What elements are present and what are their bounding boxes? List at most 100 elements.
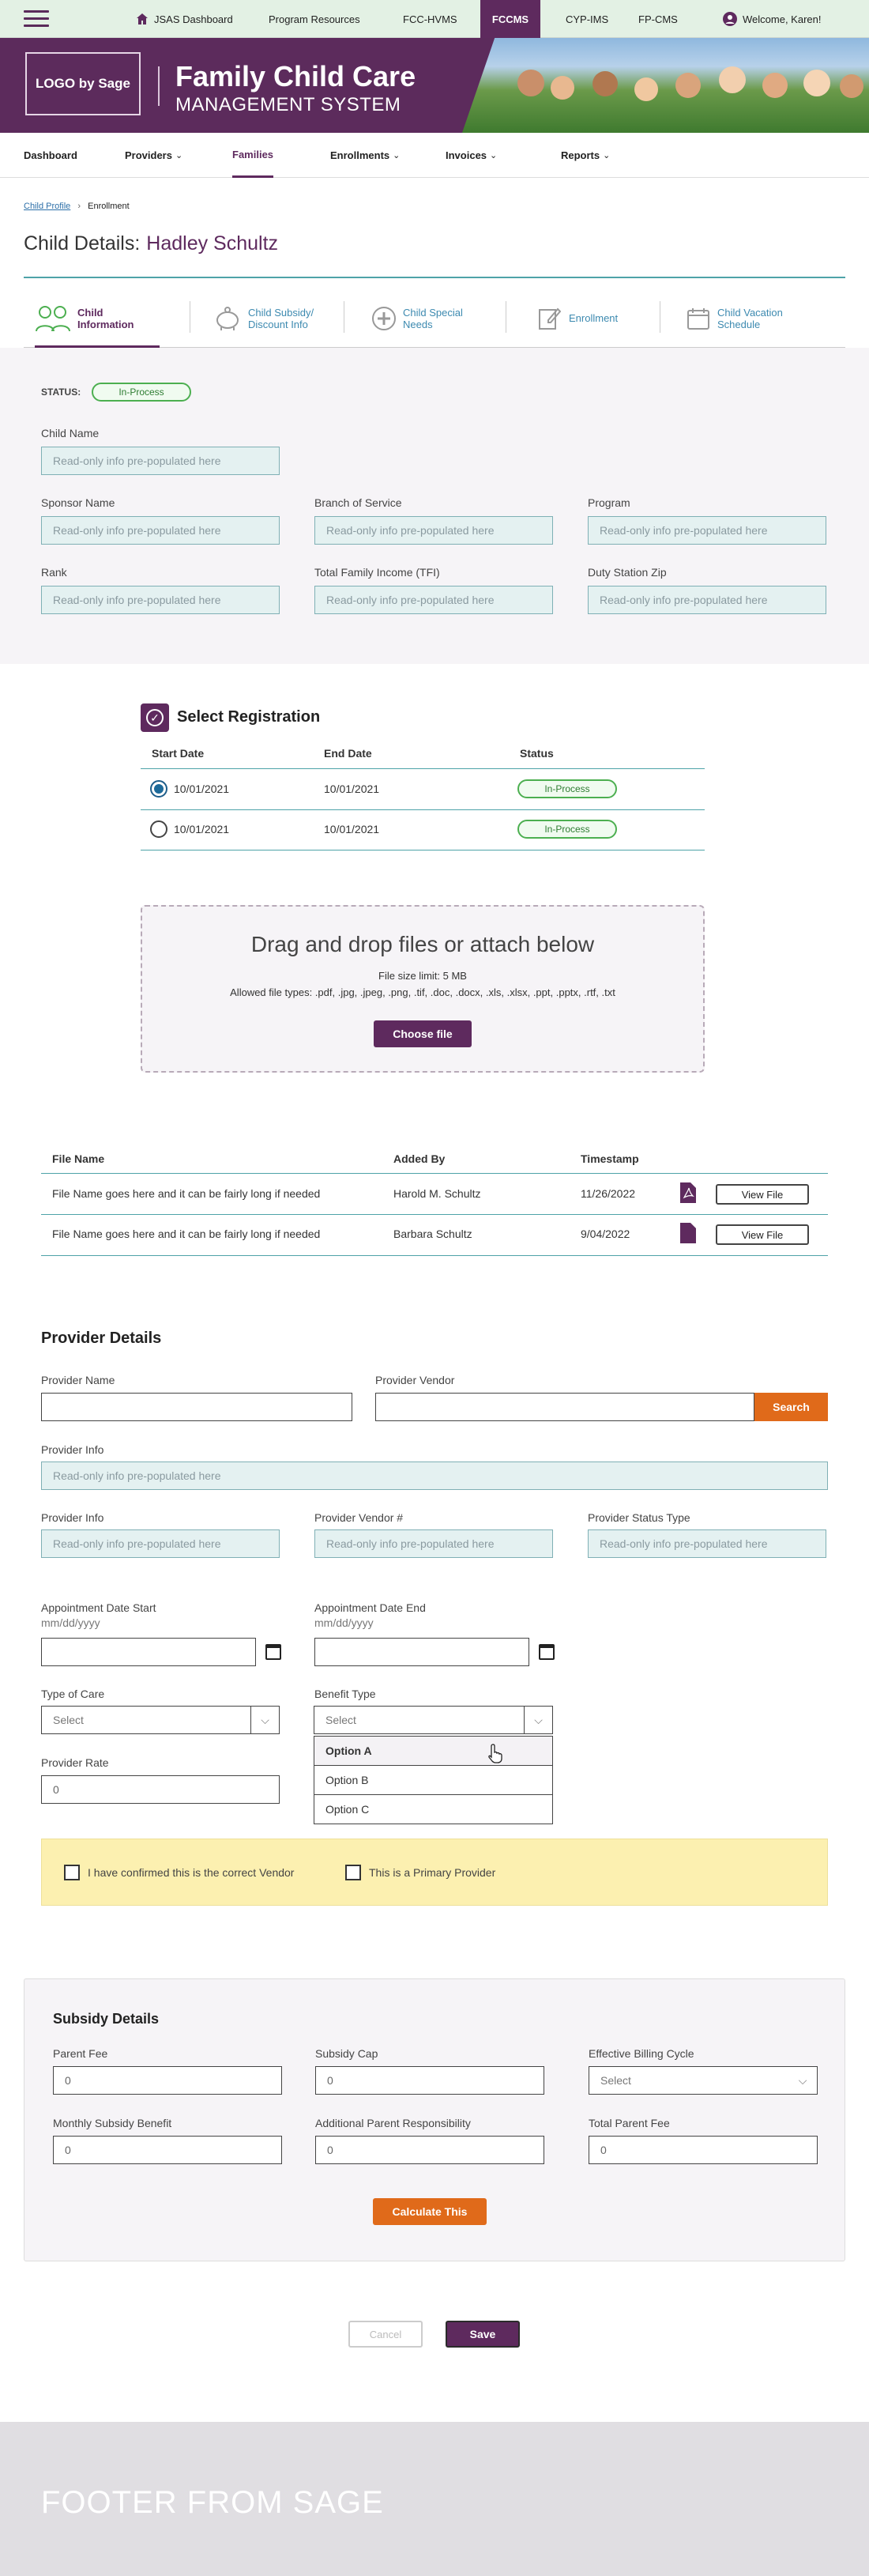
tab-vacation-line1: Child Vacation bbox=[717, 306, 783, 319]
branch-label: Branch of Service bbox=[314, 496, 402, 509]
subsidy-title: Subsidy Details bbox=[53, 2011, 160, 2027]
nav-fccms[interactable]: FCCMS bbox=[480, 0, 540, 38]
nav-providers[interactable]: Providers bbox=[125, 133, 182, 178]
file-timestamp-1: 11/26/2022 bbox=[581, 1187, 636, 1200]
calendar-icon[interactable] bbox=[539, 1644, 555, 1660]
reg-start-2: 10/01/2021 bbox=[174, 823, 230, 835]
nav-fp-cms[interactable]: FP-CMS bbox=[638, 0, 678, 38]
nav-jsas-dashboard[interactable]: JSAS Dashboard bbox=[136, 0, 233, 38]
total-parent-fee-label: Total Parent Fee bbox=[589, 2117, 670, 2129]
provider-rate-input[interactable]: 0 bbox=[41, 1775, 280, 1804]
tab-child-subsidy-line1: Child Subsidy/ bbox=[248, 306, 314, 319]
provider-rate-label: Provider Rate bbox=[41, 1756, 109, 1769]
nav-jsas-label: JSAS Dashboard bbox=[154, 13, 233, 25]
calculate-button[interactable]: Calculate This bbox=[373, 2198, 487, 2225]
tab-vacation-line2: Schedule bbox=[717, 318, 761, 330]
tab-vacation-schedule[interactable]: Child Vacation Schedule bbox=[686, 289, 783, 348]
nav-reports[interactable]: Reports bbox=[561, 133, 610, 178]
reg-radio-1[interactable] bbox=[150, 780, 167, 798]
view-file-button-2[interactable]: View File bbox=[716, 1224, 809, 1245]
sponsor-name-label: Sponsor Name bbox=[41, 496, 115, 509]
appt-end-input[interactable] bbox=[314, 1638, 529, 1666]
benefit-type-select[interactable]: Select ⌵ bbox=[314, 1706, 553, 1734]
provider-status-type-label: Provider Status Type bbox=[588, 1511, 690, 1524]
confirm-vendor-checkbox[interactable] bbox=[64, 1865, 80, 1880]
title-divider bbox=[24, 277, 845, 278]
subsidy-cap-label: Subsidy Cap bbox=[315, 2047, 378, 2060]
nav-invoices[interactable]: Invoices bbox=[446, 133, 497, 178]
reg-end-2: 10/01/2021 bbox=[324, 823, 380, 835]
footer: FOOTER FROM SAGE bbox=[0, 2422, 869, 2576]
total-parent-fee-input[interactable]: 0 bbox=[589, 2136, 818, 2164]
nav-providers-label: Providers bbox=[125, 149, 172, 161]
nav-enrollments[interactable]: Enrollments bbox=[330, 133, 400, 178]
reg-radio-2[interactable] bbox=[150, 820, 167, 838]
chevron-down-icon: ⌵ bbox=[798, 2073, 807, 2087]
registration-title: Select Registration bbox=[177, 708, 321, 726]
file-added-by-1: Harold M. Schultz bbox=[393, 1187, 481, 1200]
pdf-file-icon[interactable] bbox=[680, 1182, 696, 1203]
files-header-time: Timestamp bbox=[581, 1152, 639, 1165]
branch-field: Read-only info pre-populated here bbox=[314, 516, 553, 545]
nav-dashboard[interactable]: Dashboard bbox=[24, 133, 77, 178]
checkmark-icon: ✓ bbox=[141, 703, 169, 732]
benefit-option-a[interactable]: Option A bbox=[314, 1736, 553, 1766]
document-file-icon[interactable] bbox=[680, 1223, 696, 1243]
logo[interactable]: LOGO by Sage bbox=[25, 52, 141, 115]
appt-start-input[interactable] bbox=[41, 1638, 256, 1666]
billing-cycle-value: Select bbox=[600, 2074, 631, 2087]
save-button[interactable]: Save bbox=[446, 2321, 520, 2348]
parent-fee-input[interactable]: 0 bbox=[53, 2066, 282, 2095]
menu-icon[interactable] bbox=[24, 10, 49, 28]
user-menu[interactable]: Welcome, Karen! bbox=[723, 0, 821, 38]
benefit-option-b[interactable]: Option B bbox=[314, 1765, 553, 1795]
app-title: Family Child Care bbox=[175, 60, 416, 92]
tab-child-information[interactable]: Child Information bbox=[35, 289, 160, 349]
nav-fcc-hvms[interactable]: FCC-HVMS bbox=[403, 0, 457, 38]
subsidy-details-section: Subsidy Details Parent Fee 0 Subsidy Cap… bbox=[24, 1978, 845, 2261]
nav-enrollments-label: Enrollments bbox=[330, 149, 390, 161]
additional-responsibility-input[interactable]: 0 bbox=[315, 2136, 544, 2164]
breadcrumb-child-profile[interactable]: Child Profile bbox=[24, 202, 70, 211]
primary-provider-label: This is a Primary Provider bbox=[369, 1866, 496, 1879]
reg-header-status: Status bbox=[520, 747, 554, 760]
additional-responsibility-label: Additional Parent Responsibility bbox=[315, 2117, 471, 2129]
tab-child-subsidy[interactable]: Child Subsidy/Discount Info bbox=[213, 289, 314, 348]
nav-families[interactable]: Families bbox=[232, 133, 274, 178]
allowed-types: Allowed file types: .pdf, .jpg, .jpeg, .… bbox=[230, 986, 615, 998]
view-file-button-1[interactable]: View File bbox=[716, 1184, 809, 1205]
tab-special-needs[interactable]: Child Special Needs bbox=[371, 289, 463, 348]
search-button[interactable]: Search bbox=[754, 1393, 828, 1421]
user-icon bbox=[723, 12, 737, 26]
type-of-care-select[interactable]: Select ⌵ bbox=[41, 1706, 280, 1734]
drop-title: Drag and drop files or attach below bbox=[250, 932, 595, 956]
welcome-text: Welcome, Karen! bbox=[743, 13, 822, 25]
file-drop-zone[interactable]: Drag and drop files or attach below File… bbox=[141, 905, 705, 1073]
choose-file-button[interactable]: Choose file bbox=[374, 1020, 472, 1047]
reg-status-1: In-Process bbox=[517, 779, 617, 798]
appt-end-hint: mm/dd/yyyy bbox=[314, 1616, 374, 1629]
files-header-line bbox=[41, 1173, 828, 1174]
cancel-button[interactable]: Cancel bbox=[348, 2321, 423, 2348]
primary-provider-checkbox[interactable] bbox=[345, 1865, 361, 1880]
edit-document-icon bbox=[539, 307, 561, 330]
provider-status-type-field: Read-only info pre-populated here bbox=[588, 1529, 826, 1558]
tab-enrollment[interactable]: Enrollment bbox=[537, 289, 618, 348]
calendar-icon[interactable] bbox=[265, 1644, 281, 1660]
type-of-care-value: Select bbox=[53, 1714, 84, 1726]
appt-start-hint: mm/dd/yyyy bbox=[41, 1616, 100, 1629]
nav-cyp-ims[interactable]: CYP-IMS bbox=[566, 0, 608, 38]
breadcrumb: Child Profile › Enrollment bbox=[24, 202, 130, 211]
provider-vendor-input[interactable] bbox=[375, 1393, 754, 1421]
tab-child-subsidy-line2: Discount Info bbox=[248, 318, 308, 330]
subsidy-cap-input[interactable]: 0 bbox=[315, 2066, 544, 2095]
benefit-option-c[interactable]: Option C bbox=[314, 1794, 553, 1824]
calendar-icon bbox=[687, 307, 709, 330]
nav-program-resources[interactable]: Program Resources bbox=[269, 0, 360, 38]
tab-child-information-line2: Information bbox=[77, 318, 134, 330]
provider-name-input[interactable] bbox=[41, 1393, 352, 1421]
provider-info-field-2: Read-only info pre-populated here bbox=[41, 1529, 280, 1558]
billing-cycle-select[interactable]: Select ⌵ bbox=[589, 2066, 818, 2095]
zip-label: Duty Station Zip bbox=[588, 566, 667, 579]
monthly-benefit-input[interactable]: 0 bbox=[53, 2136, 282, 2164]
